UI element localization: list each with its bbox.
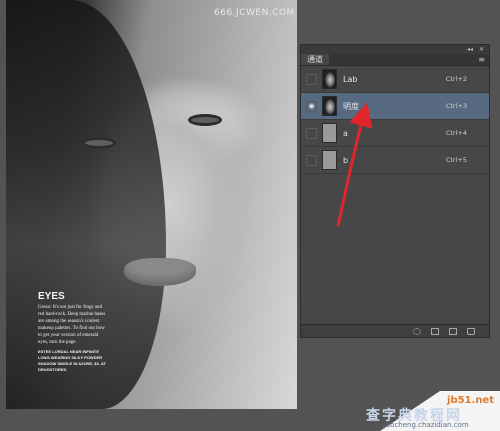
channel-row[interactable]: b Ctrl+5 — [301, 147, 489, 174]
delete-channel-icon[interactable] — [467, 327, 475, 335]
lips — [124, 258, 196, 286]
visibility-eye-icon[interactable] — [306, 154, 317, 166]
magazine-article: EYES Gesso: It's not just for frogs and … — [38, 291, 108, 373]
logo-subtitle: jiaocheng.chazidian.com — [382, 421, 469, 429]
channel-name: 明度 — [343, 101, 359, 111]
right-eye — [188, 114, 222, 126]
save-selection-icon[interactable] — [431, 327, 439, 335]
visibility-eye-icon[interactable]: ◉ — [306, 100, 317, 112]
channel-thumbnail — [322, 96, 337, 116]
panel-titlebar: ◂◂ ✕ — [301, 45, 489, 54]
tab-channels[interactable]: 通道 — [301, 54, 329, 65]
panel-footer — [301, 324, 489, 337]
channel-row[interactable]: ◉ 明度 Ctrl+3 — [301, 93, 489, 120]
panel-tabbar: 通道 ≡ — [301, 54, 489, 66]
channel-name: Lab — [343, 74, 358, 84]
new-channel-icon[interactable] — [449, 327, 457, 335]
channel-name: a — [343, 128, 348, 138]
visibility-eye-icon[interactable] — [306, 127, 317, 139]
article-credit: ESTEE LORDAL NEAR INFINITE LONG-WEARING … — [38, 349, 106, 372]
channel-row[interactable]: a Ctrl+4 — [301, 120, 489, 147]
channel-name: b — [343, 155, 349, 165]
channel-shortcut: Ctrl+5 — [445, 156, 467, 164]
channel-thumbnail — [322, 123, 337, 143]
article-title: EYES — [38, 291, 65, 302]
channel-thumbnail — [322, 69, 337, 89]
visibility-eye-icon[interactable] — [306, 73, 317, 85]
channel-shortcut: Ctrl+4 — [445, 129, 467, 137]
photo-watermark: 666.JCWEN.COM — [214, 8, 295, 18]
channel-shortcut: Ctrl+2 — [445, 75, 467, 83]
left-eye — [82, 137, 116, 149]
load-channel-as-selection-icon[interactable] — [413, 327, 421, 335]
collapse-icon[interactable]: ◂◂ — [467, 46, 473, 53]
channel-thumbnail — [322, 150, 337, 170]
channel-shortcut: Ctrl+3 — [445, 102, 467, 110]
close-panel-icon[interactable]: ✕ — [479, 46, 484, 53]
site-logo: jb51.net 查字典教程网 jiaocheng.chazidian.com — [340, 379, 500, 431]
channels-panel: ◂◂ ✕ 通道 ≡ Lab Ctrl+2 ◉ 明度 Ctrl+3 a Ctrl+4 b Ctrl… — [300, 44, 490, 338]
panel-menu-icon[interactable]: ≡ — [478, 54, 489, 65]
channel-list: Lab Ctrl+2 ◉ 明度 Ctrl+3 a Ctrl+4 b Ctrl+5 — [301, 66, 489, 174]
article-body: Gesso: It's not just for frogs and red h… — [38, 305, 106, 345]
portrait-photo: 666.JCWEN.COM EYES Gesso: It's not just … — [6, 0, 297, 409]
channel-row[interactable]: Lab Ctrl+2 — [301, 66, 489, 93]
